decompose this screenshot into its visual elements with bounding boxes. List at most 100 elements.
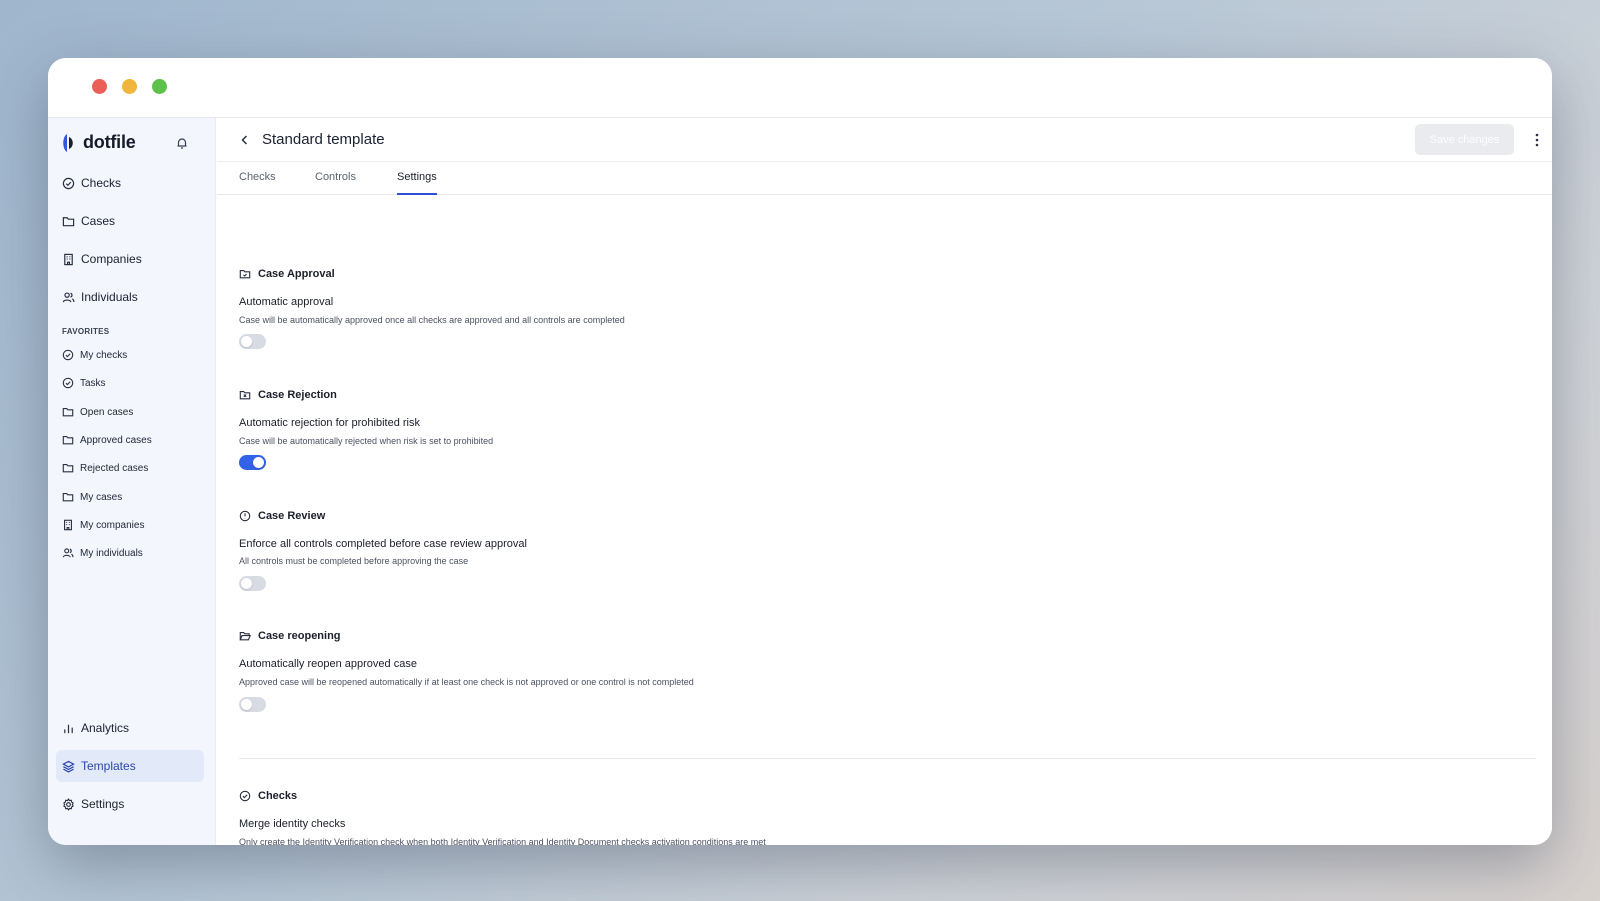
tab-controls[interactable]: Controls [315,171,356,195]
layers-icon [62,760,75,773]
more-vertical-icon[interactable] [1534,132,1540,148]
setting-description: Case will be automatically approved once… [239,315,625,325]
section-title-text: Case Rejection [258,389,337,401]
sidebar: dotfile Checks Cases Companies Individua… [48,118,216,845]
auto-reopen-toggle[interactable] [239,697,266,712]
brand-name: dotfile [83,132,136,152]
favorite-rejected-cases[interactable]: Rejected cases [56,456,204,480]
folder-x-icon [239,391,251,400]
chevron-left-icon[interactable] [239,133,251,147]
brand[interactable]: dotfile [61,132,136,153]
section-title-case-reopening: Case reopening [239,630,341,642]
toggle-knob [253,457,264,468]
favorite-label: My companies [80,519,145,531]
title-bar [48,58,1552,118]
favorite-open-cases[interactable]: Open cases [56,400,204,424]
automatic-rejection-toggle[interactable] [239,455,266,470]
setting-label: Enforce all controls completed before ca… [239,538,527,550]
nav-label: Settings [81,797,125,811]
favorite-label: Open cases [80,406,134,418]
toggle-knob [241,336,252,347]
nav-checks[interactable]: Checks [56,167,204,199]
close-window-button[interactable] [92,79,107,94]
setting-label: Merge identity checks [239,818,346,830]
favorite-label: My cases [80,491,123,503]
favorites-heading: FAVORITES [62,327,110,336]
setting-label: Automatic approval [239,296,334,308]
section-title-text: Case reopening [258,630,341,642]
bar-chart-icon [64,724,73,733]
dotfile-logo-icon [63,133,73,152]
minimize-window-button[interactable] [122,79,137,94]
nav-analytics[interactable]: Analytics [56,712,204,744]
favorite-label: Rejected cases [80,462,149,474]
section-divider [239,758,1536,759]
section-title-case-rejection: Case Rejection [239,389,337,401]
gear-icon [63,797,74,811]
nav-label: Templates [81,759,136,773]
building-icon [64,519,72,531]
toggle-knob [241,578,252,589]
folder-icon [62,464,74,473]
nav-label: Companies [81,252,142,266]
enforce-controls-toggle[interactable] [239,576,266,591]
nav-label: Analytics [81,721,130,735]
folder-check-icon [239,270,251,279]
folder-icon [62,216,75,226]
setting-label: Automatic rejection for prohibited risk [239,417,420,429]
app-window: dotfile Checks Cases Companies Individua… [48,58,1552,845]
favorite-tasks[interactable]: Tasks [56,371,204,395]
favorite-my-cases[interactable]: My cases [56,485,204,509]
favorite-approved-cases[interactable]: Approved cases [56,428,204,452]
nav-companies[interactable]: Companies [56,243,204,275]
automatic-approval-toggle[interactable] [239,334,266,349]
nav-templates[interactable]: Templates [56,750,204,782]
tab-settings[interactable]: Settings [397,171,437,195]
favorite-label: My checks [80,349,128,361]
save-changes-button[interactable]: Save changes [1415,124,1514,155]
page-header: Standard template Save changes [217,118,1552,162]
users-icon [62,548,74,558]
nav-settings[interactable]: Settings [56,788,204,820]
favorite-my-individuals[interactable]: My individuals [56,541,204,565]
alert-circle-icon [239,510,251,522]
setting-label: Automatically reopen approved case [239,658,417,670]
favorite-my-companies[interactable]: My companies [56,513,204,537]
setting-description: All controls must be completed before ap… [239,556,469,566]
folder-icon [62,436,74,445]
tab-checks[interactable]: Checks [239,171,276,195]
nav-individuals[interactable]: Individuals [56,281,204,313]
folder-icon [62,408,74,417]
favorite-label: My individuals [80,547,143,559]
favorite-label: Tasks [80,377,106,389]
users-icon [62,291,75,302]
nav-label: Cases [81,214,116,228]
section-title-case-review: Case Review [239,510,325,522]
setting-description: Approved case will be reopened automatic… [239,677,694,687]
nav-label: Individuals [81,290,138,304]
check-circle-icon [239,790,251,802]
section-title-case-approval: Case Approval [239,268,335,280]
favorite-label: Approved cases [80,434,152,446]
building-icon [64,253,73,265]
check-circle-icon [62,377,74,389]
nav-cases[interactable]: Cases [56,205,204,237]
section-title-checks: Checks [239,790,297,802]
toggle-knob [241,699,252,710]
maximize-window-button[interactable] [152,79,167,94]
folder-icon [62,493,74,502]
tab-bar: Checks Controls Settings [217,162,1552,195]
section-title-text: Case Approval [258,268,335,280]
nav-label: Checks [81,176,122,190]
favorite-my-checks[interactable]: My checks [56,343,204,367]
check-circle-icon [62,349,74,361]
check-circle-icon [62,177,75,189]
bell-icon[interactable] [175,136,189,150]
page-title: Standard template [262,131,385,148]
setting-description: Case will be automatically rejected when… [239,436,494,446]
folder-open-icon [239,632,251,641]
setting-description: Only create the Identity Verification ch… [239,837,766,845]
main-content: Standard template Save changes Checks Co… [217,118,1552,845]
section-title-text: Checks [258,790,298,802]
section-title-text: Case Review [258,510,326,522]
